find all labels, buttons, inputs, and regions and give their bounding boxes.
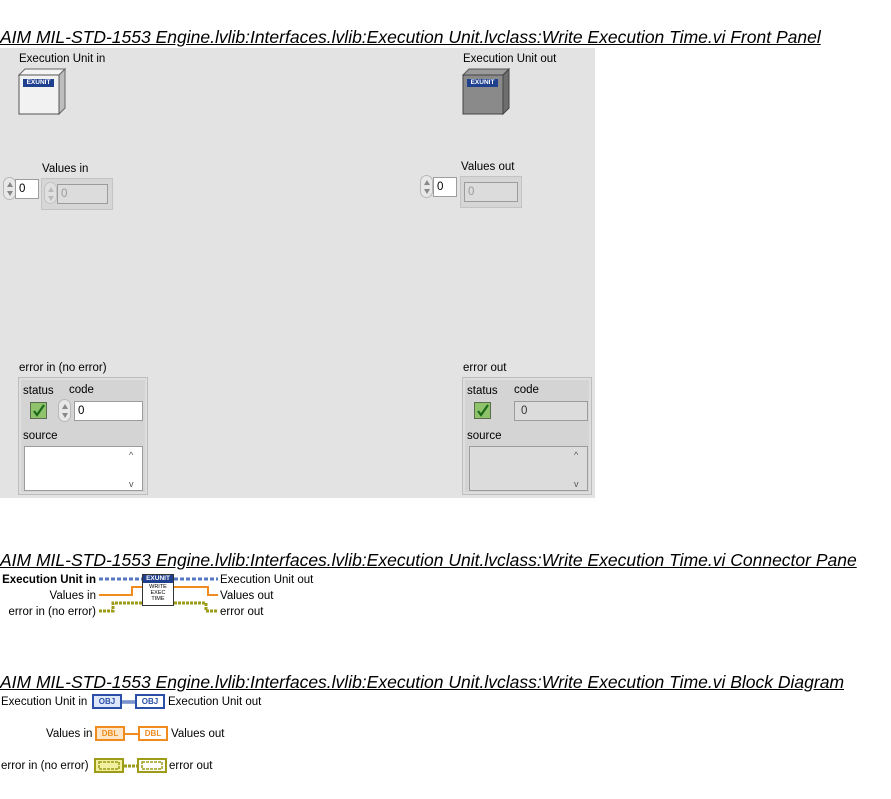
error-in-source-label: source [23,430,58,442]
cp-exec-unit-in-label: Execution Unit in [2,574,96,586]
vi-icon-line-3: TIME [151,596,165,602]
bd-values-out-terminal[interactable]: DBL [138,726,168,741]
bd-double-wire [125,733,139,735]
vi-icon: EXUNIT WRITE EXEC TIME [142,574,174,606]
bd-values-in-terminal[interactable]: DBL [95,726,125,741]
bd-exec-unit-in-terminal[interactable]: OBJ [92,694,122,709]
front-panel: Execution Unit in EXUNIT Execution Unit … [0,48,595,498]
error-out-code-field: 0 [514,401,588,421]
cp-values-out-label: Values out [220,590,274,602]
connector-pane-title: AIM MIL-STD-1553 Engine.lvlib:Interfaces… [0,550,857,570]
error-out-status-label: status [467,385,498,397]
values-in-element-stepper[interactable] [44,182,57,204]
front-panel-title: AIM MIL-STD-1553 Engine.lvlib:Interfaces… [0,27,821,47]
bd-exec-unit-in-label: Execution Unit in [1,696,88,708]
error-in-cluster: status code 0 source ^ v [18,377,148,495]
vi-icon-header: EXUNIT [143,575,173,583]
bd-error-out-label: error out [169,760,213,772]
error-out-status-indicator [474,402,491,419]
error-in-status-checkbox[interactable] [30,402,47,419]
cp-error-in-label: error in (no error) [8,606,96,618]
bd-error-wire [124,764,138,768]
values-out-label: Values out [461,161,515,173]
bd-error-out-terminal[interactable] [137,758,167,773]
bd-error-in-terminal[interactable] [94,758,124,773]
bd-exec-unit-out-terminal[interactable]: OBJ [135,694,165,709]
values-in-index[interactable]: 0 [15,179,39,199]
exec-unit-in-control[interactable]: EXUNIT [17,67,67,116]
error-in-code-label: code [69,384,94,396]
scroll-down-icon[interactable]: v [574,479,579,489]
exec-unit-in-label: Execution Unit in [19,53,106,65]
cp-values-in-label: Values in [49,590,96,602]
exec-unit-out-label: Execution Unit out [463,53,557,65]
cp-exec-unit-out-label: Execution Unit out [220,574,314,586]
error-in-status-label: status [23,385,54,397]
values-out-element: 0 [464,182,518,202]
bd-class-wire [122,700,136,704]
values-out-index[interactable]: 0 [433,177,457,197]
values-out-index-stepper[interactable] [420,175,433,198]
scroll-up-icon[interactable]: ^ [574,450,578,460]
cp-error-out-label: error out [220,606,264,618]
bd-values-out-label: Values out [171,728,225,740]
error-out-cluster: status code 0 source ^ v [462,377,592,495]
exec-unit-out-tag: EXUNIT [470,79,495,86]
error-in-source-scrollbar[interactable]: ^ v [127,448,141,489]
error-in-code-field[interactable]: 0 [74,401,143,421]
error-out-source-scrollbar[interactable]: ^ v [572,448,586,489]
error-in-code-stepper[interactable] [58,399,71,422]
error-in-source-field[interactable]: ^ v [24,446,143,491]
values-in-label: Values in [42,163,89,175]
values-in-element[interactable]: 0 [57,184,108,204]
exec-unit-in-tag: EXUNIT [26,79,51,86]
block-diagram-title: AIM MIL-STD-1553 Engine.lvlib:Interfaces… [0,672,845,692]
error-out-source-field: ^ v [469,446,588,491]
bd-values-in-label: Values in [46,728,93,740]
bd-exec-unit-out-label: Execution Unit out [168,696,262,708]
error-out-code-label: code [514,384,539,396]
scroll-up-icon[interactable]: ^ [129,450,133,460]
error-out-source-label: source [467,430,502,442]
scroll-down-icon[interactable]: v [129,479,134,489]
bd-error-in-label: error in (no error) [1,760,89,772]
error-out-label: error out [463,362,507,374]
exec-unit-out-indicator: EXUNIT [461,67,511,116]
error-in-label: error in (no error) [19,362,107,374]
